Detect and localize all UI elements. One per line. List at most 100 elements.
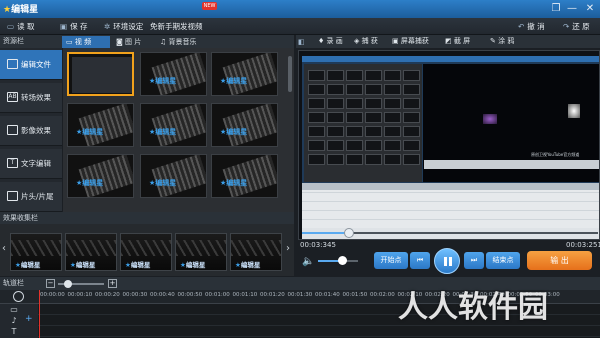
film-strip-icon <box>222 53 277 95</box>
undo-button[interactable]: ↶ 撤 消 <box>518 18 545 35</box>
start-point-button[interactable]: 开始点 <box>374 252 408 269</box>
image-icon <box>7 125 18 135</box>
logo-mark: ★编辑星 <box>220 77 248 85</box>
effects-title: 效果收集栏 <box>3 214 38 222</box>
screenshot-button[interactable]: ◩ 截 屏 <box>445 35 470 48</box>
transition-icon: AB <box>7 92 18 102</box>
media-thumb[interactable]: ★编辑星 <box>140 154 207 198</box>
media-thumb[interactable]: ★编辑星 <box>211 154 278 198</box>
redo-button[interactable]: ↷ 还 原 <box>563 18 590 35</box>
sidebar-item-transitions[interactable]: AB 转场效果 <box>0 83 62 113</box>
wave-pattern <box>11 240 61 256</box>
preview-inner-tracks <box>302 190 599 228</box>
logo-mark: ★编辑星 <box>149 179 177 187</box>
film-icon <box>7 59 18 69</box>
paint-button[interactable]: ✎ 涂 鸦 <box>490 35 514 48</box>
app-logo: ★编辑星 <box>3 2 38 15</box>
track-title: 轨道栏 <box>3 279 24 287</box>
media-thumb[interactable]: ★编辑星 <box>211 103 278 147</box>
tab-video[interactable]: ▭ 视 频 <box>62 36 110 48</box>
volume-icon[interactable]: 🔈 <box>302 256 314 267</box>
total-time: 00:03:251 <box>566 241 600 249</box>
close-button[interactable]: ✕ <box>582 1 598 16</box>
preview-inner-controls <box>424 160 599 169</box>
logo-mark: ★编辑星 <box>149 77 177 85</box>
save-icon: ▣ <box>60 22 68 31</box>
ruler-tick-label: 00:00:40 <box>150 292 175 298</box>
prev-frame-button[interactable]: ⏮ <box>410 252 430 269</box>
logo-mark: ★编辑星 <box>149 128 177 136</box>
sidebar-item-text-edit[interactable]: T 文字编辑 <box>0 149 62 179</box>
film-strip-icon <box>151 155 206 197</box>
collapse-icon[interactable]: ◧ <box>298 38 305 46</box>
play-pause-button[interactable] <box>434 248 460 274</box>
preview-caption: 原创卫视YouTube官方频道 <box>531 152 580 157</box>
ruler-tick-label: 00:01:10 <box>232 292 258 298</box>
media-thumb[interactable]: ★编辑星 <box>67 154 134 198</box>
resource-title: 资源栏 <box>3 37 24 45</box>
media-thumb[interactable] <box>67 52 134 96</box>
zoom-in-button[interactable]: + <box>108 279 117 288</box>
track-row-text[interactable] <box>38 326 600 337</box>
playhead[interactable] <box>39 290 40 338</box>
logo-mark: ★编辑星 <box>220 128 248 136</box>
effect-clip[interactable]: ★编辑星 <box>10 233 62 271</box>
effect-clip[interactable]: ★编辑星 <box>120 233 172 271</box>
text-icon: T <box>7 158 18 168</box>
sidebar-item-image-effects[interactable]: 影像效果 <box>0 116 62 146</box>
media-thumb[interactable]: ★编辑星 <box>140 52 207 96</box>
new-badge: NEW <box>202 2 217 10</box>
next-frame-button[interactable]: ⏭ <box>464 252 484 269</box>
folder-icon: ▭ <box>7 22 15 31</box>
screen-capture-button[interactable]: ▣ 屏幕捕获 <box>392 35 429 48</box>
app-title: 编辑星 <box>11 5 39 15</box>
ruler-tick-label: 00:01:20 <box>260 292 285 298</box>
settings-button[interactable]: ✲ 环境设定 <box>104 18 143 35</box>
add-track-icon[interactable]: + <box>25 314 33 324</box>
open-button[interactable]: ▭ 读 取 <box>7 18 34 35</box>
media-grid: ★编辑星 ★编辑星 ★编辑星 ★编辑星 ★编辑星 ★编辑星 ★编辑星 ★编辑星 <box>63 48 294 212</box>
effect-clip[interactable]: ★编辑星 <box>65 233 117 271</box>
watermark: 人人软件园 <box>398 290 548 325</box>
export-button[interactable]: 输 出 <box>527 251 592 270</box>
progress-handle[interactable] <box>344 228 354 238</box>
tab-music[interactable]: ♫ 背景音乐 <box>156 36 212 48</box>
film-strip-icon <box>151 104 206 146</box>
effect-clip[interactable]: ★编辑星 <box>230 233 282 271</box>
chevron-left-icon[interactable]: ‹ <box>2 243 6 254</box>
progress-fill <box>302 232 349 234</box>
media-thumb[interactable]: ★编辑星 <box>211 52 278 96</box>
minimize-button[interactable]: — <box>564 1 580 16</box>
free-video-link[interactable]: 免新手期发视频 <box>150 18 203 35</box>
zoom-out-button[interactable]: − <box>46 279 55 288</box>
ruler-tick-label: 00:01:40 <box>315 292 340 298</box>
capture-icon: ◈ <box>354 37 362 45</box>
end-point-button[interactable]: 结束点 <box>486 252 520 269</box>
volume-handle[interactable] <box>338 256 347 265</box>
title-bar <box>0 0 600 18</box>
sidebar-item-edit-files[interactable]: 编辑文件 <box>0 50 62 80</box>
film-strip-icon <box>151 53 206 95</box>
wave-pattern <box>121 240 171 256</box>
effect-clip[interactable]: ★编辑星 <box>175 233 227 271</box>
sidebar-item-intro-outro[interactable]: 片头/片尾 <box>0 182 62 212</box>
ruler-tick-label: 00:02:00 <box>370 292 395 298</box>
clapper-icon <box>7 191 18 201</box>
capture-button[interactable]: ◈ 捕 获 <box>354 35 378 48</box>
record-button[interactable]: ♦ 录 画 <box>318 35 343 48</box>
media-thumb[interactable]: ★编辑星 <box>140 103 207 147</box>
audio-track-icon: ♪ <box>11 316 17 325</box>
tab-image[interactable]: ◙ 图 片 <box>112 36 154 48</box>
logo-mark: ★编辑星 <box>220 179 248 187</box>
mic-icon: ♦ <box>318 37 327 45</box>
film-strip-icon <box>222 155 277 197</box>
wave-pattern <box>66 240 116 256</box>
media-thumb[interactable]: ★编辑星 <box>67 103 134 147</box>
redo-icon: ↷ <box>563 22 570 31</box>
save-button[interactable]: ▣ 保 存 <box>60 18 87 35</box>
grid-scrollbar[interactable] <box>288 56 292 92</box>
music-icon: ♫ <box>160 38 169 46</box>
chevron-right-icon[interactable]: › <box>286 243 290 254</box>
zoom-handle[interactable] <box>64 280 72 288</box>
restore-button[interactable]: ❐ <box>548 1 564 16</box>
